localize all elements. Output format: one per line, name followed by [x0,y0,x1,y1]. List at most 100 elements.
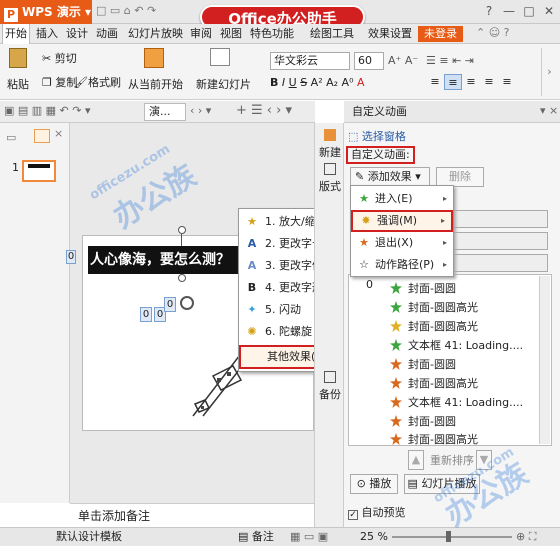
ribbon-toggle-icon[interactable]: ⌃ ☺ ? [476,26,510,39]
tab-animation[interactable]: 动画 [94,24,120,44]
list-item[interactable]: 封面-圆圆高光 [390,374,478,393]
backup-side-button[interactable]: 备份 [315,371,345,402]
auto-preview-checkbox[interactable]: ✓ 自动预览 [348,504,406,520]
cut-button[interactable]: ✂ 剪切 [42,50,77,66]
maximize-icon[interactable]: □ [520,3,538,20]
tab-insert[interactable]: 插入 [34,24,60,44]
new-label: 新建 [319,146,341,159]
align-left-icon[interactable]: ≡ [426,74,444,90]
outline-tab-icon[interactable]: ▭ [6,131,16,144]
slide-thumbnail[interactable] [22,160,56,182]
list-item[interactable]: 封面-圆圆 [390,412,456,431]
justify-icon[interactable]: ≡ [480,74,498,90]
format-painter-label: 格式刷 [87,76,121,89]
list-item-label: 文本框 41: Loading.... [408,396,524,409]
orange-star-icon [390,433,402,445]
menu-entrance[interactable]: ★ 进入(E) ▸ [351,188,453,210]
list-item[interactable]: 封面-圆圆高光 [390,430,478,449]
zoom-slider[interactable] [392,536,512,538]
path-star-icon: ☆ [359,258,369,271]
slides-tab-icon[interactable] [34,129,50,143]
play-button[interactable]: ⊙ 播放 [350,474,398,494]
font-grow-icon[interactable]: A⁺ A⁻ [388,54,418,67]
login-button[interactable]: 未登录 [418,26,463,42]
paste-button[interactable]: 粘贴 [6,48,30,92]
font-name-combo[interactable]: 华文彩云 [270,52,350,70]
clipboard-icon [9,48,27,68]
notes-toggle[interactable]: ▤ 备注 [238,528,274,546]
qat-icons[interactable]: ▣ ▤ ▥ ▦ ↶ ↷ ▾ [4,104,91,117]
pane-header: 自定义动画 [344,101,560,123]
green-star-icon [390,339,402,351]
zoom-slider-thumb[interactable] [446,531,451,542]
spin-icon: ✺ [247,325,257,338]
document-tab[interactable]: 演... [144,103,186,121]
exit-star-icon: ★ [359,236,369,249]
tab-features[interactable]: 特色功能 [248,24,296,44]
add-effect-button[interactable]: ✎ 添加效果 ▾ [350,167,430,187]
add-tab-icon[interactable]: + ☰ ‹ › ▾ [236,103,292,118]
list-item[interactable]: 封面-圆圆高光 [390,317,478,336]
font-style-group[interactable]: B I U S A² A₂ A⁰ A [270,76,365,89]
tab-drawing-tools[interactable]: 绘图工具 [308,24,356,44]
bold-icon: B [247,281,257,294]
align-group[interactable]: ≡ ≡ ≡ ≡ ≡ [426,74,546,92]
list-item[interactable]: 文本框 41: Loading.... [390,393,523,412]
menu-bar: 开始 插入 设计 动画 幻灯片放映 审阅 视图 特色功能 绘图工具 效果设置 未… [0,24,560,44]
list-item-label: 封面-圆圆 [408,415,456,428]
delete-button[interactable]: 删除 [436,167,484,187]
resize-handle[interactable] [178,274,186,282]
menu-emphasis-label: 强调(M) [377,214,418,227]
minimize-icon[interactable]: — [500,3,518,20]
layout-side-button[interactable]: 版式 [315,163,345,194]
tab-home[interactable]: 开始 [2,24,30,44]
menu-emphasis[interactable]: ✸ 强调(M) ▸ [351,210,453,232]
align-center-icon[interactable]: ≡ [444,74,462,90]
rotation-handle[interactable] [178,226,186,234]
move-up-icon[interactable]: ▲ [408,450,424,470]
help-icon[interactable]: ? [480,3,498,20]
ribbon-scroll-icon[interactable]: › [541,48,557,96]
select-pane-link[interactable]: ⬚ 选择窗格 [348,128,406,144]
from-current-button[interactable]: 从当前开始 [128,76,183,92]
play-icon: ⊙ [356,477,366,490]
fit-window-icon[interactable]: ⊕ ⛶ [516,528,536,546]
font-size-combo[interactable]: 60 [354,52,384,70]
effect-flash-label: 5. 闪动 [265,303,301,316]
template-name: 默认设计模板 [56,530,122,543]
tab-effect-settings[interactable]: 效果设置 [366,24,414,44]
tab-design[interactable]: 设计 [64,24,90,44]
copy-button[interactable]: ❐ 复制 [42,74,77,90]
close-icon[interactable]: ✕ [540,3,558,20]
view-buttons[interactable]: ▦ ▭ ▣ [290,528,328,546]
menu-exit[interactable]: ★ 退出(X) ▸ [351,232,453,254]
list-item[interactable]: 文本框 41: Loading.... [390,336,523,355]
format-painter-button[interactable]: 🖌格式刷 [74,74,121,90]
tab-nav-icons[interactable]: ‹ › ▾ [190,104,211,117]
distribute-icon[interactable]: ≡ [498,74,516,90]
tab-slideshow[interactable]: 幻灯片放映 [126,24,185,44]
reorder-label: 重新排序 [430,454,474,467]
animation-tag: 0 [66,250,76,264]
list-item[interactable]: 封面-圆圆高光 [390,298,478,317]
list-scrollbar[interactable] [539,276,550,444]
slideshow-icon [144,48,164,68]
notes-area[interactable]: 单击添加备注 [70,503,314,527]
list-group-number: 0 [366,278,373,291]
submenu-arrow-icon: ▸ [442,260,447,269]
list-item[interactable]: 封面-圆圆 [390,279,456,298]
flash-icon: ✦ [247,303,257,316]
pane-menu-icon[interactable]: ▾ × [540,104,558,117]
close-pane-icon[interactable]: × [54,127,63,140]
app-menu-button[interactable]: P WPS 演示 ▾ [0,0,92,24]
tab-review[interactable]: 审阅 [188,24,214,44]
list-item[interactable]: 封面-圆圆 [390,355,456,374]
paste-label: 粘贴 [7,78,29,91]
list-icons[interactable]: ☰ ≡ ⇤ ⇥ [426,54,474,67]
new-slide-button[interactable]: 新建幻灯片 [196,76,251,92]
new-side-button[interactable]: 新建 [315,129,345,160]
menu-motion-path[interactable]: ☆ 动作路径(P) ▸ [351,254,453,276]
tab-view[interactable]: 视图 [218,24,244,44]
align-right-icon[interactable]: ≡ [462,74,480,90]
custom-animation-label: 自定义动画: [346,146,415,164]
